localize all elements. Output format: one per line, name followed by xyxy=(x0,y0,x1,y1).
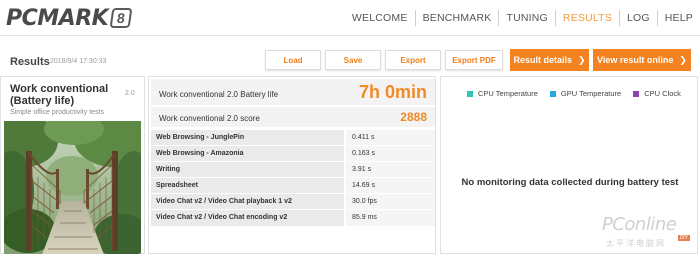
score-value: 2888 xyxy=(400,110,427,124)
table-row: Video Chat v2 / Video Chat playback 1 v2… xyxy=(151,193,435,210)
subtest-value: 0.411 s xyxy=(346,130,435,146)
legend-gpu-temperature[interactable]: GPU Temperature xyxy=(549,89,622,98)
result-details-label: Result details xyxy=(513,55,572,65)
chevron-right-icon: ❯ xyxy=(679,54,687,65)
legend-swatch xyxy=(633,90,640,97)
nav-tuning[interactable]: TUNING xyxy=(498,10,554,26)
export-pdf-button[interactable]: Export PDF xyxy=(445,50,503,70)
nav-welcome[interactable]: WELCOME xyxy=(345,10,415,26)
view-result-online-button[interactable]: View result online ❯ xyxy=(593,49,691,71)
scores-panel: Work conventional 2.0 Battery life 7h 0m… xyxy=(148,76,436,254)
table-row: Web Browsing - Amazonia 0.163 s xyxy=(151,145,435,162)
nav-help[interactable]: HELP xyxy=(656,10,700,26)
results-date: 2018/9/4 17:30:33 xyxy=(50,58,107,65)
subtest-name: Video Chat v2 / Video Chat encoding v2 xyxy=(151,210,344,226)
watermark-main: PConline xyxy=(602,214,677,235)
legend-swatch xyxy=(467,90,473,97)
watermark-sub: 太平洋电脑网 xyxy=(606,239,666,248)
subtest-value: 0.163 s xyxy=(346,146,435,162)
battery-life-label: Work conventional 2.0 Battery life xyxy=(159,90,279,99)
legend-label: GPU Temperature xyxy=(560,89,622,98)
nav-log[interactable]: LOG xyxy=(618,10,657,26)
subtest-table: Web Browsing - JunglePin 0.411 s Web Bro… xyxy=(151,129,435,226)
test-image-rope-bridge xyxy=(4,121,141,254)
export-button[interactable]: Export xyxy=(385,50,441,70)
battery-life-row: Work conventional 2.0 Battery life 7h 0m… xyxy=(151,79,435,105)
load-button[interactable]: Load xyxy=(265,50,321,70)
subtest-value: 14.69 s xyxy=(346,178,435,194)
subtest-value: 30.0 fps xyxy=(346,194,435,210)
nav-benchmark[interactable]: BENCHMARK xyxy=(414,10,499,26)
results-title: Results xyxy=(10,56,50,68)
battery-life-value: 7h 0min xyxy=(358,82,427,102)
watermark-tag: DIY xyxy=(677,235,690,241)
table-row: Writing 3.91 s xyxy=(151,161,435,178)
test-title: Work conventional (Battery life) xyxy=(10,83,109,107)
legend-cpu-temperature[interactable]: CPU Temperature xyxy=(467,89,538,98)
subtest-name: Web Browsing - JunglePin xyxy=(151,130,344,146)
subtest-name: Writing xyxy=(151,162,344,178)
legend-label: CPU Clock xyxy=(644,89,681,98)
score-label: Work conventional 2.0 score xyxy=(159,114,260,123)
subtest-name: Video Chat v2 / Video Chat playback 1 v2 xyxy=(151,194,344,210)
subtest-value: 85.9 ms xyxy=(346,210,435,226)
monitoring-legend: CPU Temperature GPU Temperature CPU Cloc… xyxy=(467,89,693,98)
no-monitoring-data-message: No monitoring data collected during batt… xyxy=(461,177,679,188)
test-subtitle: Simple office productivity tests xyxy=(10,109,105,116)
pconline-watermark: PConline 太平洋电脑网 DIY xyxy=(602,214,694,252)
legend-cpu-clock[interactable]: CPU Clock xyxy=(633,89,681,98)
test-card: Work conventional (Battery life) 2.0 Sim… xyxy=(0,76,145,254)
logo-text: PCMARK xyxy=(6,5,109,31)
table-row: Video Chat v2 / Video Chat encoding v2 8… xyxy=(151,209,435,226)
subtest-name: Web Browsing - Amazonia xyxy=(151,146,344,162)
chevron-right-icon: ❯ xyxy=(577,54,586,65)
subtest-name: Spreadsheet xyxy=(151,178,344,194)
nav-results[interactable]: RESULTS xyxy=(554,10,619,26)
save-button[interactable]: Save xyxy=(325,50,381,70)
table-row: Spreadsheet 14.69 s xyxy=(151,177,435,194)
test-version: 2.0 xyxy=(125,90,135,97)
legend-label: CPU Temperature xyxy=(478,89,538,98)
legend-swatch xyxy=(549,90,556,97)
logo-badge: 8 xyxy=(109,8,133,28)
pcmark-logo: PCMARK 8 xyxy=(6,5,133,31)
view-online-label: View result online xyxy=(597,55,674,65)
top-navigation-bar: PCMARK 8 WELCOME BENCHMARK TUNING RESULT… xyxy=(0,0,700,36)
subtest-value: 3.91 s xyxy=(346,162,435,178)
table-row: Web Browsing - JunglePin 0.411 s xyxy=(151,129,435,146)
score-row: Work conventional 2.0 score 2888 xyxy=(151,107,435,127)
result-details-button[interactable]: Result details ❯ xyxy=(510,49,589,71)
results-toolbar: Results 2018/9/4 17:30:33 Load Save Expo… xyxy=(0,48,700,74)
main-nav: WELCOME BENCHMARK TUNING RESULTS LOG HEL… xyxy=(345,0,700,36)
rope-bridge-illustration xyxy=(4,121,141,254)
